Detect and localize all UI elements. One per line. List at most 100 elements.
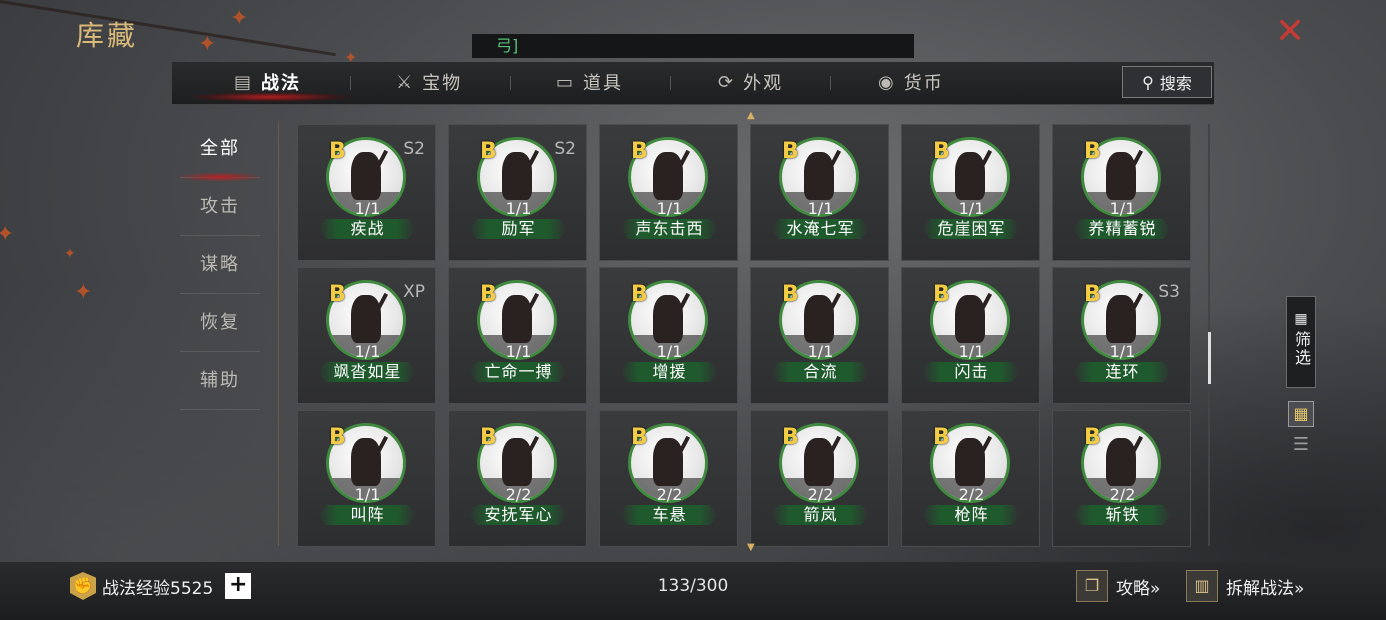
grade-badge: B xyxy=(1084,139,1101,164)
grade-badge: B xyxy=(933,282,950,307)
card-count: 1/1 xyxy=(354,342,381,361)
tactic-card[interactable]: B 2/2 枪阵 xyxy=(901,410,1040,547)
tactic-card[interactable]: B 2/2 斩铁 xyxy=(1052,410,1191,547)
tactic-card[interactable]: B S2 1/1 疾战 xyxy=(297,124,436,261)
card-count: 1/1 xyxy=(656,199,683,218)
grade-badge: B xyxy=(480,425,497,450)
tactic-card[interactable]: B 1/1 合流 xyxy=(750,267,889,404)
dismantle-label: 拆解战法» xyxy=(1226,578,1305,599)
tactic-card[interactable]: B 1/1 水淹七军 xyxy=(750,124,889,261)
sidebar-item-all[interactable]: 全部 xyxy=(176,120,264,182)
card-count: 2/2 xyxy=(656,485,683,504)
filter-label: 筛选 xyxy=(1292,331,1311,367)
tactic-name: 声东击西 xyxy=(635,219,704,238)
tactic-card[interactable]: B 1/1 增援 xyxy=(599,267,738,404)
tactic-card[interactable]: B S3 1/1 连环 xyxy=(1052,267,1191,404)
tab-label: 货币 xyxy=(903,73,944,94)
sidebar-item-attack[interactable]: 攻击 xyxy=(180,178,260,236)
grade-badge: B xyxy=(1084,425,1101,450)
close-button[interactable]: ✕ xyxy=(1272,14,1308,50)
item-icon: ▭ xyxy=(556,71,576,93)
card-count: 1/1 xyxy=(958,342,985,361)
grade-badge: B xyxy=(480,139,497,164)
search-button[interactable]: ⚲ 搜索 xyxy=(1122,66,1212,98)
grade-badge: B xyxy=(329,139,346,164)
dismantle-tactics-link[interactable]: ▥ 拆解战法» xyxy=(1186,570,1304,602)
filter-button[interactable]: ▦ 筛选 xyxy=(1286,296,1316,388)
category-tabbar: ▤ 战法 ⚔ 宝物 ▭ 道具 ⟳ 外观 ◉ 货币 ⚲ 搜索 xyxy=(172,62,1214,105)
grade-badge: B xyxy=(631,139,648,164)
bottom-bar: ✊ 战法经验5525 + 133/300 ❐ 攻略» ▥ 拆解战法» xyxy=(0,562,1386,620)
guide-link[interactable]: ❐ 攻略» xyxy=(1076,570,1160,602)
notice-bar: 弓] xyxy=(472,34,914,58)
card-count: 1/1 xyxy=(807,199,834,218)
tactic-name: 亡命一搏 xyxy=(484,362,553,381)
tactic-card[interactable]: B 2/2 安抚军心 xyxy=(448,410,587,547)
sidebar-item-strategy[interactable]: 谋略 xyxy=(180,236,260,294)
page-title: 库藏 xyxy=(76,19,139,52)
tactic-name: 闪击 xyxy=(954,362,989,381)
list-view-icon[interactable]: ☰ xyxy=(1288,434,1314,458)
sidebar-item-recovery[interactable]: 恢复 xyxy=(180,294,260,352)
tab-label: 道具 xyxy=(583,73,624,94)
tactic-name: 飒沓如星 xyxy=(333,362,402,381)
tab-items[interactable]: ▭ 道具 xyxy=(556,62,623,102)
guide-label: 攻略» xyxy=(1116,578,1161,599)
card-count: 1/1 xyxy=(958,199,985,218)
sidebar-filter: 全部 攻击 谋略 恢复 辅助 xyxy=(176,120,264,410)
tactic-card[interactable]: B XP 1/1 飒沓如星 xyxy=(297,267,436,404)
tactic-name: 叫阵 xyxy=(350,505,385,524)
tab-appearance[interactable]: ⟳ 外观 xyxy=(718,62,783,102)
card-count: 1/1 xyxy=(1109,199,1136,218)
season-tag: S2 xyxy=(403,139,425,159)
tactic-name: 箭岚 xyxy=(803,505,838,524)
season-tag: S3 xyxy=(1158,282,1180,302)
currency-icon: ◉ xyxy=(878,71,896,93)
tab-separator xyxy=(510,76,511,90)
sidebar-item-support[interactable]: 辅助 xyxy=(180,352,260,410)
card-count: 2/2 xyxy=(958,485,985,504)
grade-badge: B xyxy=(631,282,648,307)
scroll-down-arrow-icon: ▼ xyxy=(747,542,755,553)
tab-separator xyxy=(830,76,831,90)
grade-badge: B xyxy=(480,282,497,307)
tactic-card[interactable]: B 1/1 叫阵 xyxy=(297,410,436,547)
tab-separator xyxy=(350,76,351,90)
tactic-card[interactable]: B 1/1 声东击西 xyxy=(599,124,738,261)
sidebar-divider xyxy=(278,122,279,546)
tactics-card-grid: B S2 1/1 疾战 B S2 1/1 励军 B 1/1 声东击西 B 1/1 水淹七军 B 1/1 危崖困军… xyxy=(297,124,1193,547)
capacity-count: 133/300 xyxy=(657,576,729,596)
tactic-name: 安抚军心 xyxy=(484,505,553,524)
search-label: 搜索 xyxy=(1159,74,1192,93)
tab-separator xyxy=(670,76,671,90)
tactic-name: 危崖困军 xyxy=(937,219,1006,238)
tactic-name: 励军 xyxy=(501,219,536,238)
tactic-name: 养精蓄锐 xyxy=(1088,219,1157,238)
tactic-name: 车悬 xyxy=(652,505,687,524)
card-count: 1/1 xyxy=(1109,342,1136,361)
tactic-name: 斩铁 xyxy=(1105,505,1140,524)
tactic-card[interactable]: B S2 1/1 励军 xyxy=(448,124,587,261)
grid-view-icon[interactable]: ▦ xyxy=(1288,401,1314,427)
tactic-card[interactable]: B 1/1 危崖困军 xyxy=(901,124,1040,261)
tactic-card[interactable]: B 1/1 亡命一搏 xyxy=(448,267,587,404)
tab-tactics[interactable]: ▤ 战法 xyxy=(234,62,301,102)
tactic-card[interactable]: B 1/1 养精蓄锐 xyxy=(1052,124,1191,261)
tab-label: 宝物 xyxy=(422,73,463,94)
maple-leaf-decoration: ✦ xyxy=(0,222,15,247)
tactic-card[interactable]: B 1/1 闪击 xyxy=(901,267,1040,404)
tab-currency[interactable]: ◉ 货币 xyxy=(878,62,944,102)
card-count: 1/1 xyxy=(807,342,834,361)
maple-leaf-decoration: ✦ xyxy=(74,280,93,305)
appearance-icon: ⟳ xyxy=(718,71,736,93)
tactic-card[interactable]: B 2/2 车悬 xyxy=(599,410,738,547)
tactic-card[interactable]: B 2/2 箭岚 xyxy=(750,410,889,547)
tactic-name: 枪阵 xyxy=(954,505,989,524)
tab-treasure[interactable]: ⚔ 宝物 xyxy=(396,62,462,102)
tactic-name: 合流 xyxy=(803,362,838,381)
card-count: 2/2 xyxy=(1109,485,1136,504)
guide-book-icon: ❐ xyxy=(1076,570,1108,602)
grade-badge: B xyxy=(631,425,648,450)
maple-leaf-decoration: ✦ xyxy=(198,32,217,57)
scrollbar-thumb[interactable] xyxy=(1208,332,1211,384)
